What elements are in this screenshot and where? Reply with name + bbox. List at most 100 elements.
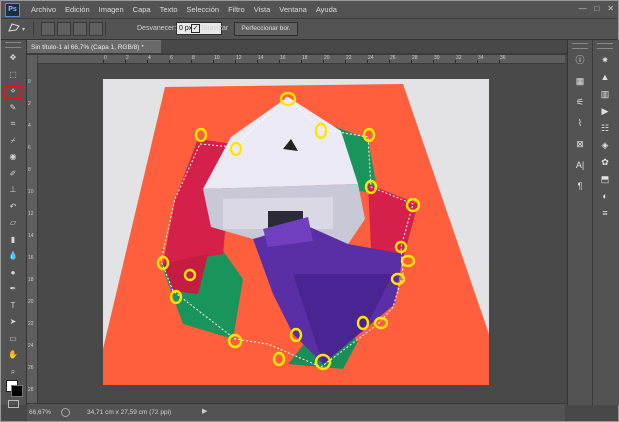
- ruler-tick: [257, 60, 258, 63]
- ruler-vertical[interactable]: 0 2 4 6 8 10 12 14 16 18 20 22 24 26 28: [27, 63, 38, 403]
- ruler-label: 32: [456, 55, 462, 61]
- ruler-tick: [169, 60, 170, 63]
- crop-tool[interactable]: ⌗: [7, 118, 19, 129]
- spot-healing-tool[interactable]: ◉: [7, 151, 19, 162]
- ruler-label: 8: [28, 167, 31, 173]
- clone-source-icon[interactable]: ⊠: [573, 138, 587, 150]
- menu-1[interactable]: Archivo: [31, 5, 56, 14]
- minimize-button[interactable]: —: [578, 4, 586, 13]
- menu-8[interactable]: Vista: [254, 5, 271, 14]
- styles-icon[interactable]: ◐: [598, 190, 612, 202]
- adjust-icon[interactable]: ⚟: [573, 96, 587, 108]
- ruler-label: 14: [28, 233, 34, 239]
- ruler-origin[interactable]: [27, 55, 37, 63]
- pen-tool[interactable]: ✒: [7, 283, 19, 294]
- blur-tool[interactable]: 💧: [7, 250, 19, 261]
- swatches-icon[interactable]: ▥: [598, 88, 612, 100]
- ruler-label: 22: [346, 55, 352, 61]
- history-brush-tool[interactable]: ↶: [7, 201, 19, 212]
- brush-preset-icon[interactable]: ⌇: [573, 117, 587, 129]
- gradient-tool[interactable]: ▮: [7, 234, 19, 245]
- panel-grip[interactable]: [572, 43, 588, 49]
- menu-5[interactable]: Texto: [160, 5, 178, 14]
- refine-edge-button[interactable]: Perfeccionar bor.: [234, 22, 298, 36]
- document-info[interactable]: 34,71 cm x 27,59 cm (72 ppi): [87, 409, 171, 416]
- ruler-label: 22: [28, 321, 34, 327]
- move-tool[interactable]: ✥: [7, 52, 19, 63]
- tool-preset-picker[interactable]: [7, 22, 21, 34]
- color-icon[interactable]: ✷: [598, 54, 612, 66]
- zoom-level[interactable]: 66,67%: [29, 409, 51, 416]
- smooth-checkbox[interactable]: ✓: [191, 24, 200, 33]
- menu-9[interactable]: Ventana: [279, 5, 307, 14]
- menu-10[interactable]: Ayuda: [316, 5, 337, 14]
- layers-icon[interactable]: ◈: [598, 139, 612, 151]
- paragraph-icon[interactable]: ¶: [573, 180, 587, 192]
- menu-7[interactable]: Filtro: [228, 5, 245, 14]
- document-tab[interactable]: Sin título-1 al 66,7% (Capa 1, RGB/8) *: [27, 40, 161, 54]
- ruler-label: 2: [28, 101, 31, 107]
- zoom-tool[interactable]: ⌕: [7, 366, 19, 377]
- intersect-selection-button[interactable]: [89, 22, 103, 36]
- tools-panel: ✥ ⬚ ⟡ ✎ ⌗ ⌿ ◉ ✐ ⊥ ↶ ▱ ▮ 💧 ● ✒ T ➤ ▭ ✋ ⌕: [1, 40, 27, 408]
- menu-bar: Ps Archivo Edición Imagen Capa Texto Selecció…: [1, 1, 618, 19]
- menu-6[interactable]: Selección: [187, 5, 220, 14]
- ruler-tick: [389, 60, 390, 63]
- info-icon[interactable]: ⓘ: [573, 54, 587, 66]
- document-canvas[interactable]: [103, 79, 489, 385]
- histogram-icon[interactable]: ▲: [598, 71, 612, 83]
- properties-icon[interactable]: ☷: [598, 122, 612, 134]
- app-logo: Ps: [5, 3, 20, 17]
- ruler-label: 4: [28, 123, 31, 129]
- new-selection-button[interactable]: [41, 22, 55, 36]
- marquee-tool[interactable]: ⬚: [7, 69, 19, 80]
- shape-tool[interactable]: ▭: [7, 333, 19, 344]
- paths-icon[interactable]: ⬒: [598, 173, 612, 185]
- navigator-icon[interactable]: ▦: [573, 75, 587, 87]
- options-bar: ▾ Desvanecer: 0 px ✓ Suavizar Perfeccion…: [1, 19, 618, 40]
- quick-mask-icon[interactable]: [8, 400, 19, 408]
- panel-grip[interactable]: [597, 43, 613, 49]
- ruler-label: 2: [126, 55, 129, 61]
- status-menu-arrow-icon[interactable]: ▶: [202, 407, 207, 415]
- menu-3[interactable]: Imagen: [99, 5, 124, 14]
- photoshop-window: Ps Archivo Edición Imagen Capa Texto Selecció…: [0, 0, 619, 422]
- ruler-label: 4: [148, 55, 151, 61]
- background-color-swatch[interactable]: [11, 385, 23, 397]
- ruler-label: 10: [28, 189, 34, 195]
- feather-label: Desvanecer:: [137, 25, 177, 32]
- hand-tool[interactable]: ✋: [7, 349, 19, 360]
- ruler-horizontal[interactable]: 0 2 4 6 8 10 12 14 16 18 20 22 24 26 28 30 32 34 36: [38, 55, 565, 64]
- chevron-down-icon[interactable]: ▾: [22, 26, 25, 33]
- actions-icon[interactable]: ▶: [598, 105, 612, 117]
- add-to-selection-button[interactable]: [57, 22, 71, 36]
- subtract-from-selection-button[interactable]: [73, 22, 87, 36]
- eyedropper-tool[interactable]: ⌿: [7, 135, 19, 146]
- ruler-tick: [301, 60, 302, 63]
- close-button[interactable]: ✕: [607, 4, 614, 13]
- menu-2[interactable]: Edición: [65, 5, 90, 14]
- ruler-label: 26: [390, 55, 396, 61]
- ruler-label: 36: [500, 55, 506, 61]
- channels-icon[interactable]: ✿: [598, 156, 612, 168]
- ruler-label: 14: [258, 55, 264, 61]
- ruler-tick: [191, 60, 192, 63]
- clone-stamp-tool[interactable]: ⊥: [7, 184, 19, 195]
- brush-tool[interactable]: ✐: [7, 168, 19, 179]
- dodge-tool[interactable]: ●: [7, 267, 19, 278]
- maximize-button[interactable]: □: [594, 4, 599, 13]
- panel-grip[interactable]: [5, 42, 21, 48]
- ruler-label: 24: [368, 55, 374, 61]
- ruler-label: 20: [324, 55, 330, 61]
- menu-4[interactable]: Capa: [133, 5, 151, 14]
- character-icon[interactable]: A|: [573, 159, 587, 171]
- ruler-tick: [433, 60, 434, 63]
- ruler-label: 20: [28, 299, 34, 305]
- type-tool[interactable]: T: [7, 300, 19, 311]
- ruler-tick: [477, 60, 478, 63]
- quick-selection-tool[interactable]: ✎: [7, 102, 19, 113]
- ruler-tick: [367, 60, 368, 63]
- eraser-tool[interactable]: ▱: [7, 217, 19, 228]
- sliders-icon[interactable]: ≡: [598, 207, 612, 219]
- path-selection-tool[interactable]: ➤: [7, 316, 19, 327]
